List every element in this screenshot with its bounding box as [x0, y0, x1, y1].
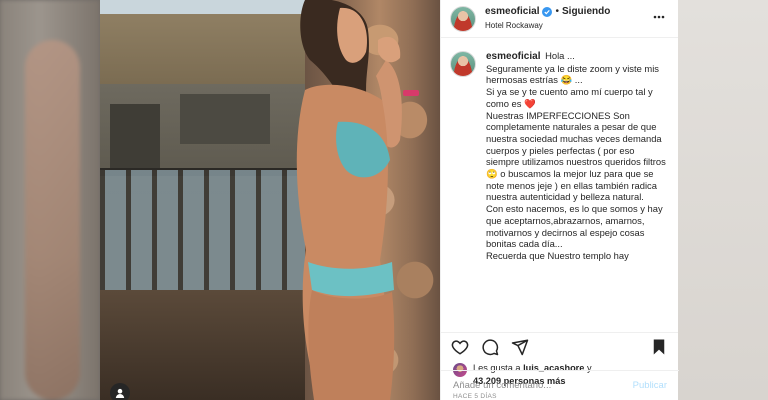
caption-area: esmeoficial Hola ... Seguramente ya le d…: [441, 38, 678, 332]
verified-badge-icon: [542, 6, 553, 17]
user-tag-icon[interactable]: [110, 383, 130, 400]
comment-icon[interactable]: [481, 338, 499, 356]
comment-input[interactable]: [453, 380, 633, 391]
caption-line-2: Si ya se y te cuento amo mí cuerpo tal y…: [486, 86, 653, 109]
following-button[interactable]: Siguiendo: [562, 5, 610, 18]
caption-line-1: Seguramente ya le diste zoom y viste mis…: [486, 62, 659, 86]
username-link[interactable]: esmeoficial: [485, 5, 539, 18]
caption-line-0: Hola ...: [545, 50, 575, 61]
location-link[interactable]: Hotel Rockaway: [485, 19, 610, 32]
post-side-panel: esmeoficial • Siguiendo Hotel Rockaway e…: [440, 0, 679, 400]
caption-line-3: Nuestras IMPERFECCIONES Son completament…: [486, 109, 666, 203]
post-card: esmeoficial • Siguiendo Hotel Rockaway e…: [100, 0, 679, 400]
post-comment-button[interactable]: Publicar: [633, 380, 667, 391]
action-bar: [441, 332, 678, 360]
caption-line-5: Recuerda que Nuestro templo hay: [486, 249, 629, 261]
caption-username[interactable]: esmeoficial: [486, 51, 540, 62]
send-icon[interactable]: [511, 338, 529, 356]
heart-icon[interactable]: [451, 338, 469, 356]
backdrop-left: [0, 0, 100, 400]
backdrop-right: [678, 0, 768, 400]
bookmark-icon[interactable]: [650, 338, 668, 356]
separator-dot: •: [555, 6, 559, 17]
photo-person-silhouette: [296, 0, 419, 400]
header-line: esmeoficial • Siguiendo: [485, 5, 610, 18]
more-horizontal-icon[interactable]: [652, 10, 666, 24]
add-comment-bar: Publicar: [441, 370, 679, 400]
avatar[interactable]: [450, 5, 476, 32]
header-text: esmeoficial • Siguiendo Hotel Rockaway: [485, 5, 610, 32]
caption-avatar[interactable]: [450, 51, 476, 77]
caption-line-4: Con esto nacemos, es lo que somos y hay …: [486, 203, 663, 250]
post-header: esmeoficial • Siguiendo Hotel Rockaway: [441, 0, 678, 38]
caption-text: esmeoficial Hola ... Seguramente ya le d…: [486, 50, 668, 332]
post-photo[interactable]: [100, 0, 440, 400]
